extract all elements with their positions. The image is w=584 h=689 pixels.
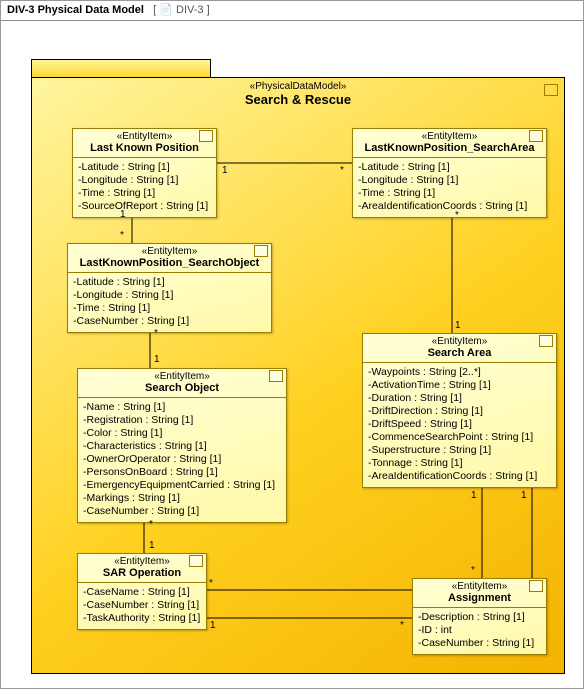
attr: -Name : String [1] — [83, 401, 281, 414]
attr: -CaseNumber : String [1] — [418, 637, 541, 650]
entity-name: SAR Operation — [82, 567, 202, 579]
attr: -Time : String [1] — [358, 187, 541, 200]
attr: -Characteristics : String [1] — [83, 440, 281, 453]
entity-stereotype: «EntityItem» — [417, 581, 542, 592]
package-body: «PhysicalDataModel» Search & Rescue — [31, 77, 565, 674]
class-icon — [271, 372, 283, 382]
attr: -CommenceSearchPoint : String [1] — [368, 431, 551, 444]
entity-stereotype: «EntityItem» — [77, 131, 212, 142]
entity-assignment[interactable]: «EntityItem» Assignment -Description : S… — [412, 578, 547, 655]
package-search-rescue: «PhysicalDataModel» Search & Rescue — [31, 59, 565, 674]
attr: -Tonnage : String [1] — [368, 457, 551, 470]
entity-sar-operation[interactable]: «EntityItem» SAR Operation -CaseName : S… — [77, 553, 207, 630]
class-icon — [191, 557, 203, 567]
multiplicity: * — [471, 565, 475, 576]
entity-lkp-searchobject[interactable]: «EntityItem» LastKnownPosition_SearchObj… — [67, 243, 272, 333]
entity-lkp-searcharea[interactable]: «EntityItem» LastKnownPosition_SearchAre… — [352, 128, 547, 218]
multiplicity: * — [149, 519, 153, 530]
multiplicity: 1 — [471, 490, 477, 501]
attr: -PersonsOnBoard : String [1] — [83, 466, 281, 479]
class-icon — [201, 132, 213, 142]
class-icon — [531, 582, 543, 592]
bracket: [ — [153, 4, 156, 16]
entity-attributes: -Waypoints : String [2..*] -ActivationTi… — [363, 363, 556, 487]
package-stereotype: «PhysicalDataModel» — [32, 78, 564, 92]
entity-attributes: -CaseName : String [1] -CaseNumber : Str… — [78, 583, 206, 629]
entity-attributes: -Latitude : String [1] -Longitude : Stri… — [68, 273, 271, 332]
bracket: ] — [207, 4, 210, 16]
entity-attributes: -Latitude : String [1] -Longitude : Stri… — [353, 158, 546, 217]
attr: -Registration : String [1] — [83, 414, 281, 427]
entity-stereotype: «EntityItem» — [72, 246, 267, 257]
multiplicity: 1 — [455, 320, 461, 331]
entity-stereotype: «EntityItem» — [82, 371, 282, 382]
entity-search-area[interactable]: «EntityItem» Search Area -Waypoints : St… — [362, 333, 557, 488]
attr: -Latitude : String [1] — [78, 161, 211, 174]
entity-attributes: -Name : String [1] -Registration : Strin… — [78, 398, 286, 522]
entity-last-known-position[interactable]: «EntityItem» Last Known Position -Latitu… — [72, 128, 217, 218]
attr: -Waypoints : String [2..*] — [368, 366, 551, 379]
entity-name: Search Area — [367, 347, 552, 359]
multiplicity: 1 — [154, 354, 160, 365]
attr: -SourceOfReport : String [1] — [78, 200, 211, 213]
multiplicity: 1 — [210, 620, 216, 631]
diagram-title: DIV-3 Physical Data Model — [7, 4, 144, 16]
multiplicity: 1 — [521, 490, 527, 501]
class-icon — [256, 247, 268, 257]
entity-name: Last Known Position — [77, 142, 212, 154]
attr: -Description : String [1] — [418, 611, 541, 624]
multiplicity: 1 — [222, 165, 228, 176]
attr: -Longitude : String [1] — [358, 174, 541, 187]
multiplicity: * — [455, 210, 459, 221]
attr: -DriftDirection : String [1] — [368, 405, 551, 418]
multiplicity: * — [340, 165, 344, 176]
multiplicity: 1 — [149, 540, 155, 551]
entity-name: Assignment — [417, 592, 542, 604]
attr: -OwnerOrOperator : String [1] — [83, 453, 281, 466]
entity-attributes: -Latitude : String [1] -Longitude : Stri… — [73, 158, 216, 217]
entity-stereotype: «EntityItem» — [367, 336, 552, 347]
entity-attributes: -Description : String [1] -ID : int -Cas… — [413, 608, 546, 654]
attr: -Duration : String [1] — [368, 392, 551, 405]
entity-name: Search Object — [82, 382, 282, 394]
attr: -EmergencyEquipmentCarried : String [1] — [83, 479, 281, 492]
multiplicity: * — [400, 620, 404, 631]
multiplicity: * — [154, 328, 158, 339]
attr: -Latitude : String [1] — [358, 161, 541, 174]
attr: -TaskAuthority : String [1] — [83, 612, 201, 625]
attr: -Color : String [1] — [83, 427, 281, 440]
entity-search-object[interactable]: «EntityItem» Search Object -Name : Strin… — [77, 368, 287, 523]
attr: -CaseNumber : String [1] — [83, 599, 201, 612]
package-name: Search & Rescue — [32, 92, 564, 111]
diagram-tab-header: DIV-3 Physical Data Model [ 📄 DIV-3 ] — [1, 1, 583, 21]
multiplicity: 1 — [120, 209, 126, 220]
attr: -Markings : String [1] — [83, 492, 281, 505]
attr: -Time : String [1] — [78, 187, 211, 200]
attr: -AreaIdentificationCoords : String [1] — [368, 470, 551, 483]
entity-stereotype: «EntityItem» — [357, 131, 542, 142]
attr: -DriftSpeed : String [1] — [368, 418, 551, 431]
attr: -CaseName : String [1] — [83, 586, 201, 599]
class-icon — [541, 337, 553, 347]
attr: -ID : int — [418, 624, 541, 637]
stereotype-label: DIV-3 — [176, 4, 204, 16]
attr: -Superstructure : String [1] — [368, 444, 551, 457]
attr: -Time : String [1] — [73, 302, 266, 315]
package-tab — [31, 59, 211, 77]
entity-stereotype: «EntityItem» — [82, 556, 202, 567]
attr: -Longitude : String [1] — [78, 174, 211, 187]
attr: -CaseNumber : String [1] — [73, 315, 266, 328]
multiplicity: * — [209, 578, 213, 589]
attr: -AreaIdentificationCoords : String [1] — [358, 200, 541, 213]
entity-name: LastKnownPosition_SearchObject — [72, 257, 267, 269]
stereotype-icon: 📄 — [159, 4, 173, 16]
attr: -Longitude : String [1] — [73, 289, 266, 302]
package-icon — [544, 84, 558, 96]
entity-name: LastKnownPosition_SearchArea — [357, 142, 542, 154]
attr: -ActivationTime : String [1] — [368, 379, 551, 392]
class-icon — [531, 132, 543, 142]
multiplicity: * — [120, 230, 124, 241]
attr: -Latitude : String [1] — [73, 276, 266, 289]
attr: -CaseNumber : String [1] — [83, 505, 281, 518]
